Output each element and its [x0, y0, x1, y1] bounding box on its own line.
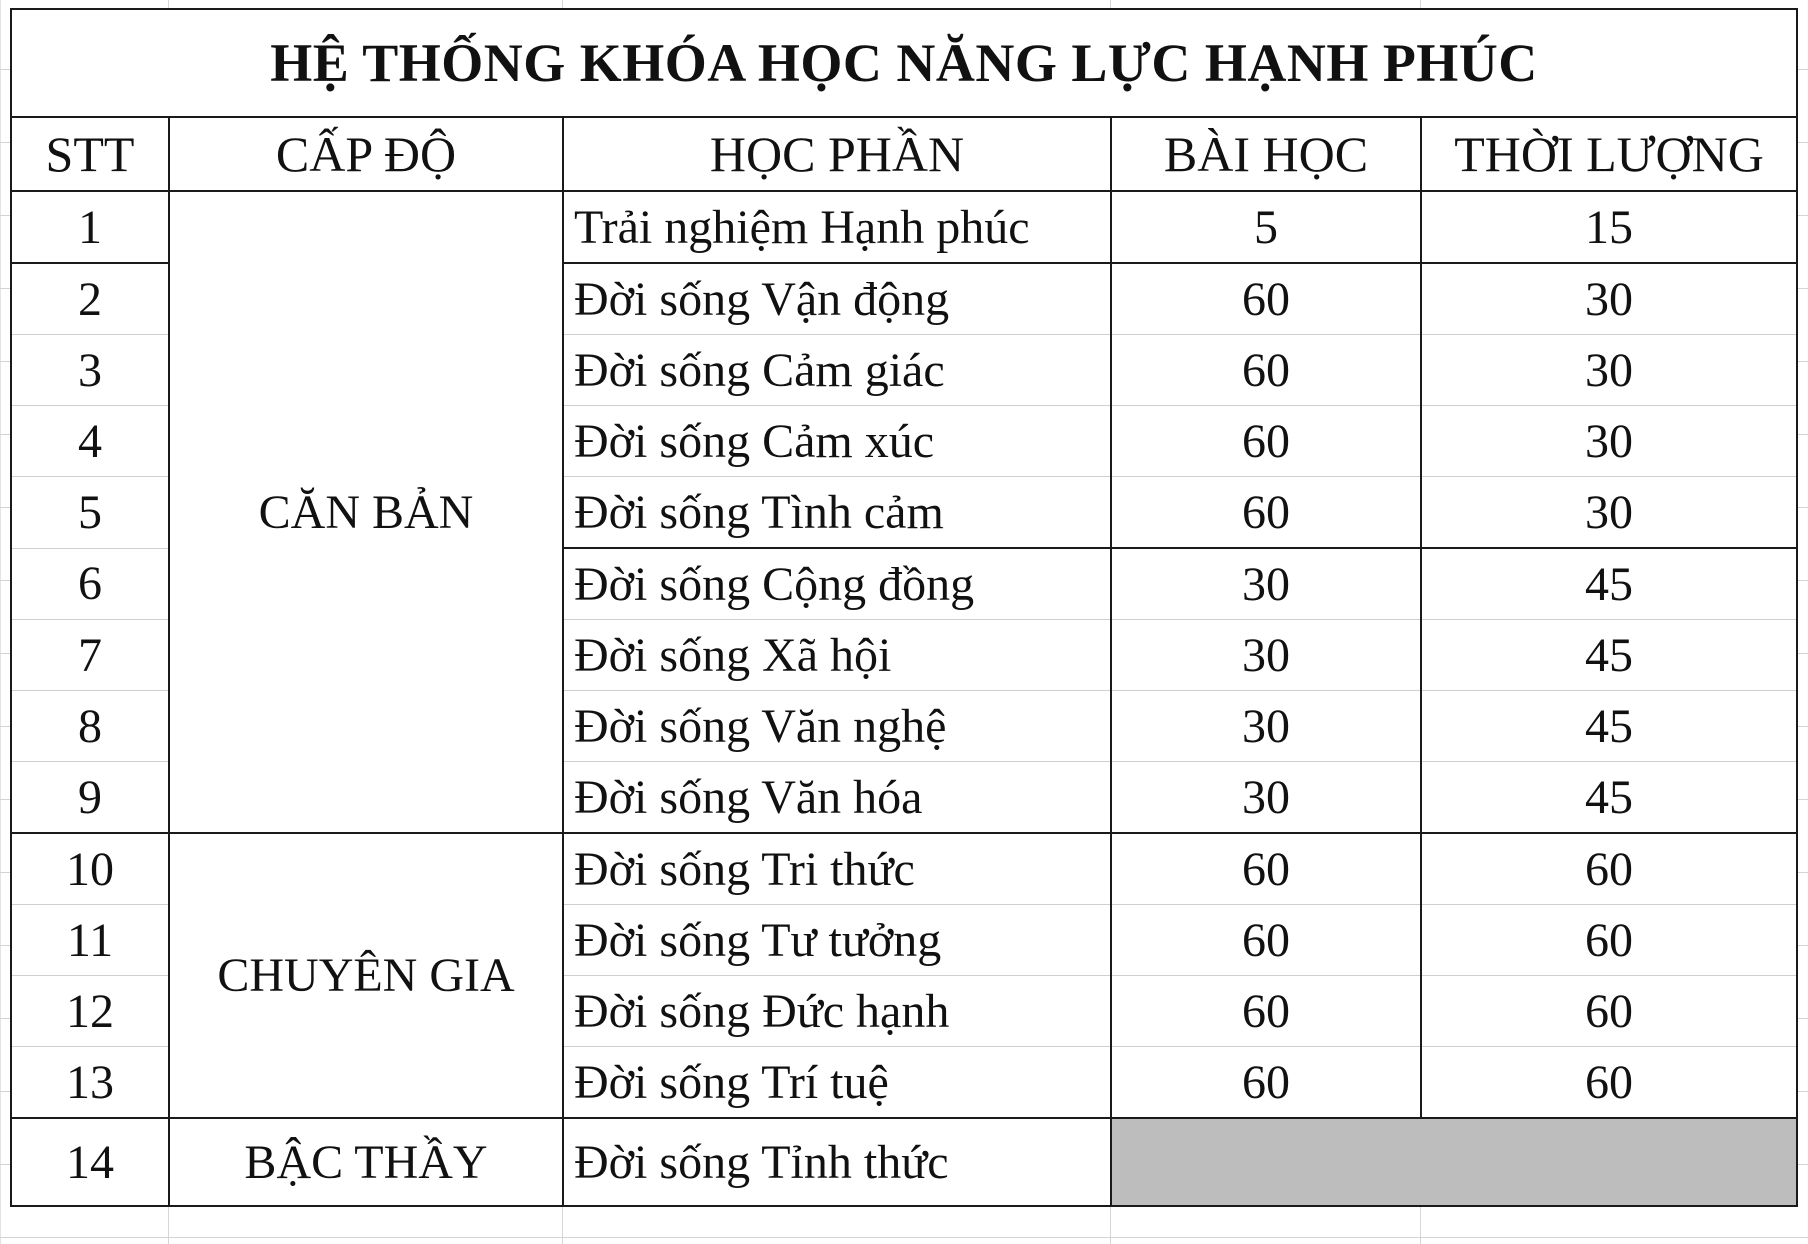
level-basic[interactable]: CĂN BẢN [168, 190, 564, 834]
cell-lessons[interactable]: 60 [1110, 262, 1422, 335]
cell-stt[interactable]: 1 [10, 190, 170, 264]
cell-duration[interactable]: 30 [1419, 334, 1799, 406]
cell-lessons[interactable]: 60 [1110, 476, 1422, 549]
header-module[interactable]: HỌC PHẦN [562, 116, 1112, 192]
cell-duration[interactable]: 30 [1419, 476, 1799, 549]
cell-module[interactable]: Đời sống Cộng đồng [562, 547, 1112, 620]
cell-module[interactable]: Đời sống Tri thức [562, 832, 1112, 905]
cell-stt[interactable]: 8 [10, 690, 170, 762]
cell-stt[interactable]: 5 [10, 476, 170, 549]
cell-stt[interactable]: 13 [10, 1046, 170, 1119]
cell-stt[interactable]: 11 [10, 904, 170, 976]
cell-stt[interactable]: 7 [10, 619, 170, 691]
cell-lessons[interactable]: 60 [1110, 334, 1422, 406]
cell-stt[interactable]: 10 [10, 832, 170, 905]
cell-stt[interactable]: 4 [10, 405, 170, 477]
cell-module[interactable]: Đời sống Văn nghệ [562, 690, 1112, 762]
cell-duration[interactable]: 60 [1419, 975, 1799, 1047]
cell-duration[interactable]: 45 [1419, 761, 1799, 834]
cell-duration[interactable]: 60 [1419, 1046, 1799, 1119]
cell-module[interactable]: Đời sống Trí tuệ [562, 1046, 1112, 1119]
cell-lessons[interactable]: 60 [1110, 405, 1422, 477]
cell-lessons[interactable]: 30 [1110, 761, 1422, 834]
cell-module[interactable]: Trải nghiệm Hạnh phúc [562, 190, 1112, 264]
cell-lessons[interactable]: 5 [1110, 190, 1422, 264]
cell-stt[interactable]: 2 [10, 262, 170, 335]
header-lessons[interactable]: BÀI HỌC [1110, 116, 1422, 192]
cell-lessons[interactable]: 60 [1110, 832, 1422, 905]
cell-duration[interactable]: 60 [1419, 904, 1799, 976]
header-duration[interactable]: THỜI LƯỢNG [1419, 116, 1799, 192]
cell-module[interactable]: Đời sống Văn hóa [562, 761, 1112, 834]
cell-duration[interactable]: 60 [1419, 832, 1799, 905]
cell-module[interactable]: Đời sống Xã hội [562, 619, 1112, 691]
spreadsheet-canvas: HỆ THỐNG KHÓA HỌC NĂNG LỰC HẠNH PHÚC STT… [0, 0, 1808, 1244]
cell-module[interactable]: Đời sống Đức hạnh [562, 975, 1112, 1047]
table-title[interactable]: HỆ THỐNG KHÓA HỌC NĂNG LỰC HẠNH PHÚC [9, 8, 1799, 118]
cell-module[interactable]: Đời sống Vận động [562, 262, 1112, 335]
cell-module[interactable]: Đời sống Tư tưởng [562, 904, 1112, 976]
cell-stt[interactable]: 14 [10, 1117, 170, 1207]
cell-stt[interactable]: 12 [10, 975, 170, 1047]
cell-lessons[interactable]: 30 [1110, 690, 1422, 762]
cell-duration[interactable]: 45 [1419, 547, 1799, 620]
cell-duration[interactable]: 30 [1419, 405, 1799, 477]
cell-stt[interactable]: 3 [10, 334, 170, 406]
cell-module[interactable]: Đời sống Tình cảm [562, 476, 1112, 549]
cell-duration[interactable]: 45 [1419, 619, 1799, 691]
level-expert[interactable]: CHUYÊN GIA [168, 832, 564, 1119]
cell-module[interactable]: Đời sống Cảm giác [562, 334, 1112, 406]
cell-duration[interactable]: 30 [1419, 262, 1799, 335]
cell-lessons[interactable]: 30 [1110, 619, 1422, 691]
empty-gray-cell[interactable] [1109, 1117, 1799, 1207]
table-row: 10 CHUYÊN GIA Đời sống Tri thức 60 60 [10, 832, 1799, 1119]
table-row: 1 CĂN BẢN Trải nghiệm Hạnh phúc 5 15 [10, 190, 1799, 834]
header-stt[interactable]: STT [10, 116, 170, 192]
table-row: 14 BẬC THẦY Đời sống Tỉnh thức [10, 1117, 1799, 1207]
cell-lessons[interactable]: 30 [1110, 547, 1422, 620]
cell-duration[interactable]: 45 [1419, 690, 1799, 762]
cell-module[interactable]: Đời sống Cảm xúc [562, 405, 1112, 477]
header-level[interactable]: CẤP ĐỘ [168, 116, 564, 192]
level-master[interactable]: BẬC THẦY [168, 1117, 564, 1207]
cell-stt[interactable]: 9 [10, 761, 170, 834]
cell-lessons[interactable]: 60 [1110, 1046, 1422, 1119]
cell-lessons[interactable]: 60 [1110, 975, 1422, 1047]
cell-lessons[interactable]: 60 [1110, 904, 1422, 976]
cell-module[interactable]: Đời sống Tỉnh thức [562, 1117, 1112, 1207]
course-table: HỆ THỐNG KHÓA HỌC NĂNG LỰC HẠNH PHÚC STT… [9, 8, 1799, 1207]
cell-duration[interactable]: 15 [1419, 190, 1799, 264]
cell-stt[interactable]: 6 [10, 547, 170, 620]
